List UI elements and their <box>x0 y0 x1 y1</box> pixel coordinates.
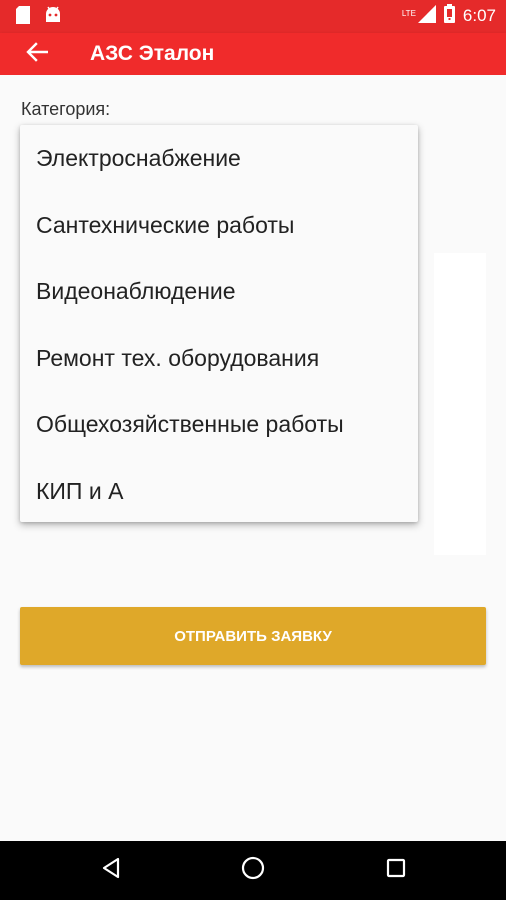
category-label: Категория: <box>21 99 111 119</box>
dropdown-option[interactable]: Общехозяйственные работы <box>20 391 418 458</box>
back-button[interactable] <box>20 33 54 75</box>
back-triangle-icon <box>100 857 122 884</box>
status-system: LTE 6:07 <box>402 4 496 28</box>
submit-request-button[interactable]: ОТПРАВИТЬ ЗАЯВКУ <box>20 607 486 665</box>
background-card <box>434 253 486 555</box>
dropdown-option[interactable]: КИП и А <box>20 458 418 525</box>
main-content: Категория: Электроснабжение Сантехническ… <box>0 75 506 841</box>
status-time: 6:07 <box>462 6 496 25</box>
dropdown-option[interactable]: Ремонт тех. оборудования <box>20 325 418 392</box>
sd-card-icon <box>16 6 30 29</box>
signal-icon <box>417 4 436 28</box>
nav-back-button[interactable] <box>81 841 141 900</box>
home-circle-icon <box>241 856 265 885</box>
arrow-back-icon <box>26 41 49 67</box>
page-title: АЗС Эталон <box>90 42 215 65</box>
network-type-label: LTE <box>401 8 416 18</box>
dropdown-option[interactable]: Сантехнические работы <box>20 192 418 259</box>
status-notifications <box>16 6 62 29</box>
dropdown-option[interactable]: Видеонаблюдение <box>20 258 418 325</box>
nav-home-button[interactable] <box>223 841 283 900</box>
app-bar: АЗС Эталон <box>0 33 506 75</box>
status-bar: LTE 6:07 <box>0 0 506 33</box>
category-dropdown: Электроснабжение Сантехнические работы В… <box>20 125 418 522</box>
battery-icon <box>443 4 455 28</box>
android-icon <box>44 6 62 29</box>
dropdown-option[interactable]: Электроснабжение <box>20 125 418 192</box>
recents-square-icon <box>386 858 406 883</box>
navigation-bar <box>0 841 506 900</box>
nav-recents-button[interactable] <box>366 841 426 900</box>
